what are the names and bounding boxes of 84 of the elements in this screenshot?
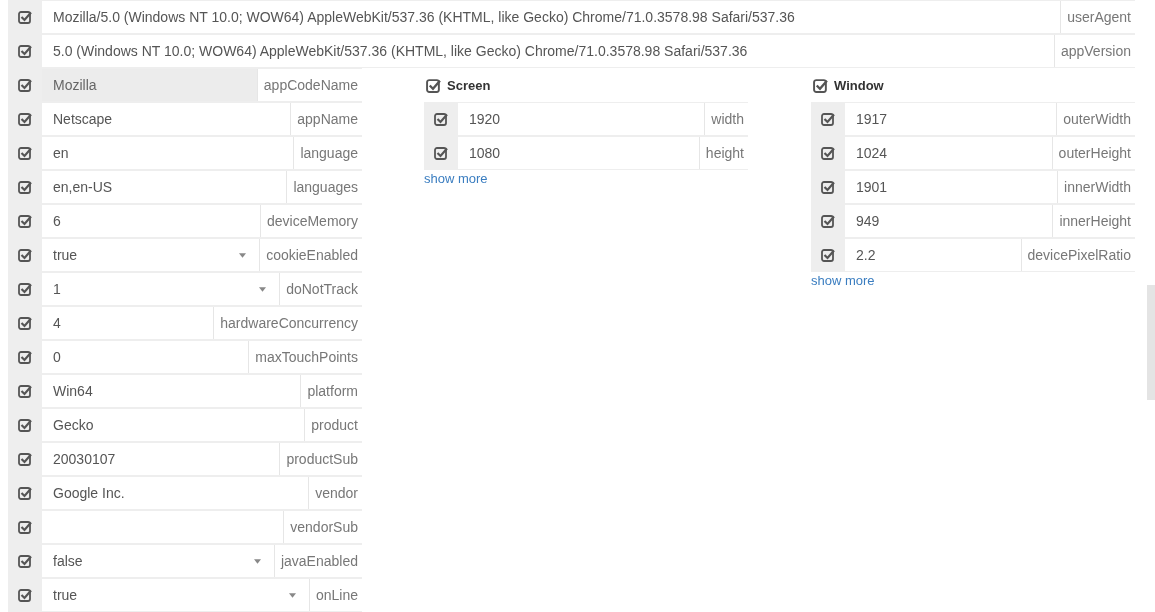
input-field[interactable]: Netscape	[42, 103, 291, 135]
checkbox-icon[interactable]	[821, 180, 835, 194]
field-label: outerWidth	[1056, 103, 1135, 135]
field-label: maxTouchPoints	[248, 341, 362, 373]
input-field[interactable]: 1920	[458, 103, 705, 135]
field-label: onLine	[308, 579, 362, 611]
checkbox-icon[interactable]	[18, 146, 32, 160]
input-field[interactable]: 949	[845, 205, 1053, 237]
field-label: hardwareConcurrency	[213, 307, 362, 339]
input-field[interactable]: Win64	[42, 375, 301, 407]
section-title: Window	[834, 77, 884, 93]
field-label: productSub	[279, 443, 362, 475]
field-label: outerHeight	[1051, 137, 1135, 169]
checkbox-icon[interactable]	[821, 214, 835, 228]
field-label: innerHeight	[1052, 205, 1135, 237]
field-label: width	[704, 103, 748, 135]
checkbox-icon[interactable]	[18, 486, 32, 500]
checkbox-icon[interactable]	[18, 282, 32, 296]
checkbox-icon[interactable]	[18, 316, 32, 330]
checkbox-icon[interactable]	[18, 214, 32, 228]
checkbox-icon[interactable]	[426, 77, 441, 93]
checkbox-icon[interactable]	[821, 112, 835, 126]
field-label: devicePixelRatio	[1020, 239, 1135, 271]
field-label: languages	[286, 171, 362, 203]
input-field[interactable]: en,en-US	[42, 171, 287, 203]
input-field[interactable]: Google Inc.	[42, 477, 309, 509]
input-field[interactable]: Mozilla/5.0 (Windows NT 10.0; WOW64) AppleWebKit/537.36 (KHTML, like Gecko) Chrome/71.0.3578.98 Safari/537.36	[42, 1, 1061, 33]
show-more-link[interactable]: show more	[424, 171, 488, 186]
checkbox-icon[interactable]	[821, 248, 835, 262]
caret-icon	[239, 252, 247, 258]
field-label: product	[304, 409, 362, 441]
field-label: appName	[290, 103, 362, 135]
checkbox-icon[interactable]	[434, 146, 448, 160]
input-field[interactable]: 6	[42, 205, 260, 237]
checkbox-icon[interactable]	[18, 452, 32, 466]
field-label: cookieEnabled	[259, 239, 362, 271]
input-field[interactable]: en	[42, 137, 294, 169]
checkbox-icon[interactable]	[18, 588, 32, 602]
input-field[interactable]: Gecko	[42, 409, 305, 441]
checkbox-icon[interactable]	[18, 520, 32, 534]
dropdown[interactable]: 1	[42, 273, 280, 305]
checkbox-icon[interactable]	[434, 112, 448, 126]
input-field[interactable]: 5.0 (Windows NT 10.0; WOW64) AppleWebKit/537.36 (KHTML, like Gecko) Chrome/71.0.3578.98 Safari/537.36	[42, 35, 1054, 67]
input-field[interactable]: 1901	[845, 171, 1058, 203]
field-label: platform	[300, 375, 362, 407]
field-label: appVersion	[1053, 35, 1135, 67]
input-field[interactable]: 1024	[845, 137, 1052, 169]
input-field[interactable]: 0	[42, 341, 249, 373]
checkbox-icon[interactable]	[18, 112, 32, 126]
checkbox-icon[interactable]	[18, 418, 32, 432]
checkbox-icon[interactable]	[18, 554, 32, 568]
input-field[interactable]: 4	[42, 307, 214, 339]
checkbox-icon[interactable]	[18, 350, 32, 364]
input-field[interactable]: 2.2	[845, 239, 1021, 271]
dropdown[interactable]: true	[42, 579, 309, 611]
input-field[interactable]: 1080	[458, 137, 699, 169]
caret-icon	[259, 286, 267, 292]
field-label: javaEnabled	[273, 545, 362, 577]
field-label: userAgent	[1060, 1, 1135, 33]
field-label: vendor	[308, 477, 362, 509]
checkbox-icon[interactable]	[18, 10, 32, 24]
dropdown[interactable]: true	[42, 239, 260, 271]
checkbox-icon[interactable]	[813, 77, 828, 93]
checkbox-icon[interactable]	[18, 248, 32, 262]
field-label: height	[698, 137, 748, 169]
dropdown[interactable]: false	[42, 545, 274, 577]
input-field[interactable]: 1917	[845, 103, 1057, 135]
section-title: Screen	[447, 77, 491, 93]
show-more-link[interactable]: show more	[811, 273, 875, 288]
checkbox-icon[interactable]	[18, 384, 32, 398]
field-label: appCodeName	[256, 69, 362, 101]
checkbox-icon[interactable]	[18, 44, 32, 58]
field-label: language	[293, 137, 362, 169]
field-label: vendorSub	[283, 511, 362, 543]
checkbox-icon[interactable]	[821, 146, 835, 160]
input-field[interactable]	[42, 511, 284, 543]
caret-icon	[288, 592, 296, 598]
field-label: innerWidth	[1057, 171, 1135, 203]
scrollbar-thumb[interactable]	[1147, 285, 1155, 400]
checkbox-icon[interactable]	[18, 180, 32, 194]
input-field[interactable]: 20030107	[42, 443, 280, 475]
caret-icon	[253, 558, 261, 564]
field-label: doNotTrack	[279, 273, 362, 305]
field-label: deviceMemory	[259, 205, 362, 237]
